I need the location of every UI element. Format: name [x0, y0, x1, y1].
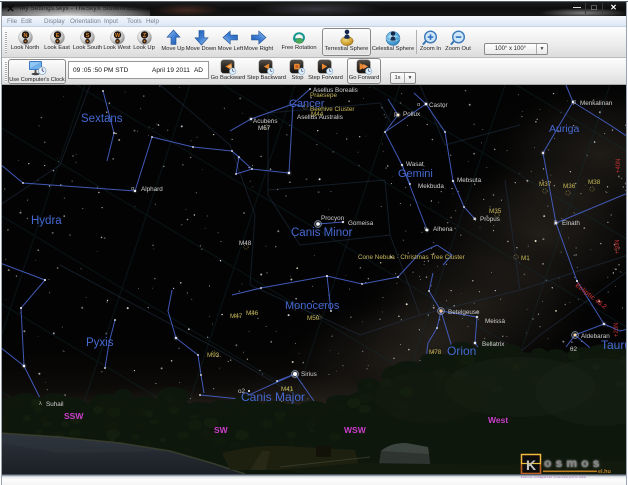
svg-text:Canis Minor: Canis Minor [291, 227, 353, 239]
svg-text:WSW: WSW [344, 425, 367, 435]
svg-text:Castor: Castor [429, 102, 448, 109]
svg-text:M78: M78 [429, 349, 442, 356]
svg-text:M1: M1 [521, 255, 530, 262]
svg-text:β: β [573, 100, 576, 106]
svg-text:M50: M50 [307, 315, 320, 322]
svg-text:Sirius: Sirius [301, 371, 317, 378]
svg-text:Hydra: Hydra [31, 215, 62, 227]
svg-text:M38: M38 [588, 179, 601, 186]
svg-text:S: S [86, 33, 90, 39]
svg-text:N: N [23, 33, 27, 39]
svg-text:β: β [554, 220, 557, 226]
svg-text:Sextans: Sextans [81, 113, 123, 125]
svg-text:Monoceros: Monoceros [285, 300, 340, 312]
svg-text:γ: γ [424, 226, 427, 232]
svg-text:Alhena: Alhena [433, 226, 453, 233]
svg-text:Betelgeuse: Betelgeuse [448, 309, 480, 316]
svg-text:Auriga: Auriga [549, 123, 580, 135]
svg-text:Canis Major: Canis Major [241, 390, 305, 404]
svg-text:M67: M67 [258, 125, 271, 132]
svg-text:M36: M36 [563, 183, 576, 190]
svg-text:λ: λ [39, 401, 42, 407]
svg-text:K: K [526, 457, 536, 473]
svg-text:M93.: M93. [207, 352, 221, 359]
svg-text:Propus: Propus [480, 216, 500, 223]
svg-text:SSW: SSW [64, 411, 84, 421]
svg-text:Elnath: Elnath [562, 220, 580, 227]
svg-text:β: β [394, 112, 397, 118]
svg-text:Suhail: Suhail [46, 401, 64, 408]
svg-text:M41: M41 [281, 386, 294, 393]
svg-text:Bellatrix: Bellatrix [482, 341, 505, 348]
svg-text:osmos: osmos [544, 456, 604, 470]
svg-text:Meissa: Meissa [485, 318, 505, 325]
svg-text:Pyxis: Pyxis [86, 337, 114, 349]
svg-text:Praesepe: Praesepe [310, 92, 337, 99]
svg-text:Mekbuda: Mekbuda [418, 183, 444, 190]
svg-text:E: E [55, 33, 59, 39]
svg-text:Alphard: Alphard [141, 186, 163, 193]
svg-text:Aldebaran: Aldebaran [581, 333, 610, 340]
svg-text:M47: M47 [230, 313, 243, 320]
svg-text:Cone Nebula · Christmas Tree C: Cone Nebula · Christmas Tree Cluster [358, 254, 465, 261]
svg-text:Menkalinan: Menkalinan [580, 100, 613, 107]
svg-text:Pollux: Pollux [403, 111, 421, 118]
svg-text:M48: M48 [239, 240, 252, 247]
svg-text:o2: o2 [238, 388, 246, 395]
svg-text:M44: M44 [311, 111, 324, 118]
svg-text:Procyon: Procyon [321, 215, 345, 222]
svg-text:M35: M35 [489, 208, 502, 215]
svg-text:Acubens: Acubens [253, 118, 278, 125]
svg-text:M46: M46 [246, 310, 259, 317]
svg-text:Mebsuta: Mebsuta [457, 177, 482, 184]
svg-text:SW: SW [214, 425, 229, 435]
svg-text:Gomeisa: Gomeisa [348, 220, 374, 227]
svg-text:M37: M37 [539, 181, 552, 188]
svg-text:Gemini: Gemini [398, 168, 433, 180]
svg-text:+20N: +20N [614, 322, 620, 337]
svg-text:Wasat: Wasat [406, 161, 424, 168]
svg-text:+40N: +40N [616, 158, 622, 173]
svg-text:Orion: Orion [447, 344, 476, 358]
svg-text:+30N: +30N [615, 239, 621, 254]
svg-text:η: η [473, 216, 476, 222]
svg-text:West: West [488, 415, 508, 425]
svg-text:θ2: θ2 [570, 346, 578, 353]
svg-text:Taurus: Taurus [601, 338, 628, 352]
